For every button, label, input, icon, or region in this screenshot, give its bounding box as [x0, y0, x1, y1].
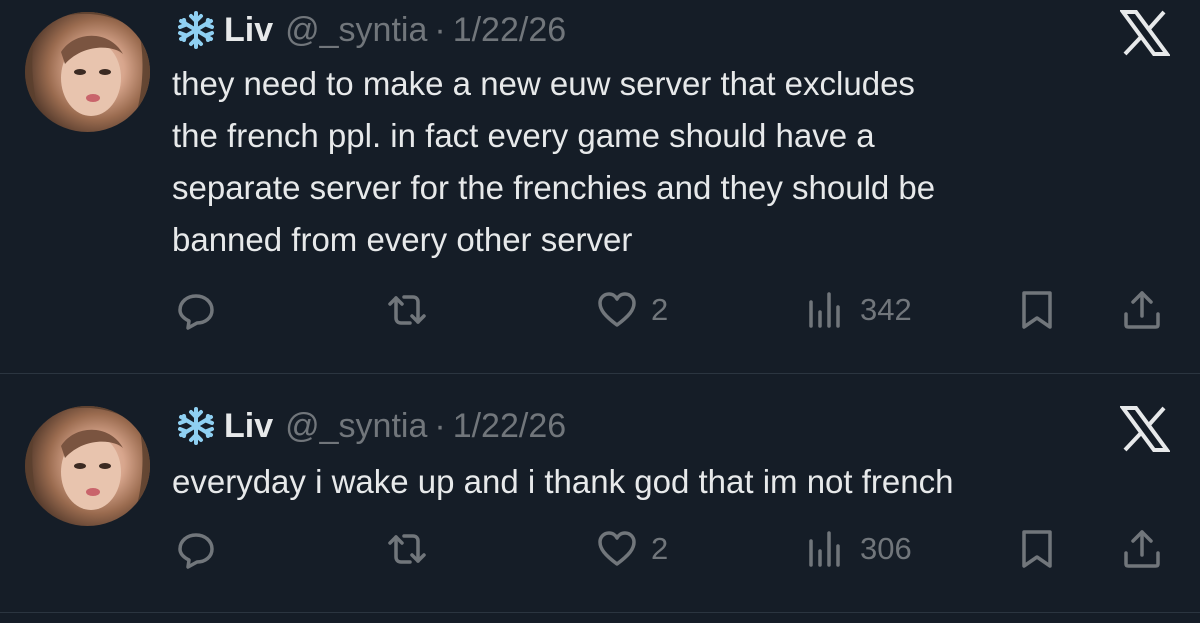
avatar[interactable] [25, 406, 150, 526]
repost-icon [388, 534, 426, 564]
share-button[interactable] [1120, 285, 1164, 335]
share-icon [1124, 530, 1160, 568]
view-count: 306 [860, 531, 912, 566]
bookmark-button[interactable] [1015, 524, 1059, 574]
user-handle[interactable]: @_syntia [285, 407, 427, 446]
separator-dot: · [434, 406, 446, 445]
tweet-text-line: separate server for the frenchies and th… [172, 169, 936, 206]
bookmark-button[interactable] [1015, 285, 1059, 335]
tweet-actions: 2 306 [0, 524, 1200, 574]
display-name[interactable]: Liv [224, 407, 273, 446]
post-date[interactable]: 1/22/26 [453, 11, 566, 50]
post-date[interactable]: 1/22/26 [453, 407, 566, 446]
share-icon [1124, 291, 1160, 329]
like-button[interactable]: 2 [595, 285, 668, 335]
reply-icon [178, 294, 214, 330]
bookmark-icon [1022, 291, 1052, 329]
bookmark-icon [1022, 530, 1052, 568]
tweet-text: they need to make a new euw server that … [172, 58, 1172, 266]
tweet-header: Liv @_syntia · 1/22/26 [172, 404, 566, 448]
divider [0, 612, 1200, 613]
reply-button[interactable] [174, 285, 218, 335]
views-button[interactable]: 306 [804, 524, 912, 574]
tweet-text-line: everyday i wake up and i thank god that … [172, 463, 954, 500]
tweet[interactable]: Liv @_syntia · 1/22/26 they need to make… [0, 0, 1200, 373]
tweet-actions: 2 342 [0, 285, 1200, 335]
tweet[interactable]: Liv @_syntia · 1/22/26 everyday i wake u… [0, 374, 1200, 612]
avatar[interactable] [25, 12, 150, 132]
tweet-text-line: they need to make a new euw server that … [172, 65, 915, 102]
repost-icon [388, 295, 426, 325]
views-button[interactable]: 342 [804, 285, 912, 335]
repost-button[interactable] [385, 524, 429, 574]
tweet-header: Liv @_syntia · 1/22/26 [172, 8, 566, 52]
x-logo-icon [1120, 10, 1170, 56]
snowflake-icon [178, 11, 214, 49]
x-logo-icon [1120, 406, 1170, 452]
views-icon [809, 531, 840, 567]
snowflake-icon [178, 407, 214, 445]
like-button[interactable]: 2 [595, 524, 668, 574]
separator-dot: · [434, 10, 446, 49]
tweet-text-line: the french ppl. in fact every game shoul… [172, 117, 875, 154]
heart-icon [598, 531, 636, 566]
views-icon [809, 292, 840, 328]
view-count: 342 [860, 292, 912, 327]
repost-button[interactable] [385, 285, 429, 335]
reply-icon [178, 533, 214, 569]
like-count: 2 [651, 292, 669, 327]
reply-button[interactable] [174, 524, 218, 574]
tweet-text: everyday i wake up and i thank god that … [172, 456, 1172, 508]
share-button[interactable] [1120, 524, 1164, 574]
user-handle[interactable]: @_syntia [285, 11, 427, 50]
like-count: 2 [651, 531, 669, 566]
display-name[interactable]: Liv [224, 11, 273, 50]
heart-icon [598, 292, 636, 327]
tweet-text-line: banned from every other server [172, 221, 633, 258]
